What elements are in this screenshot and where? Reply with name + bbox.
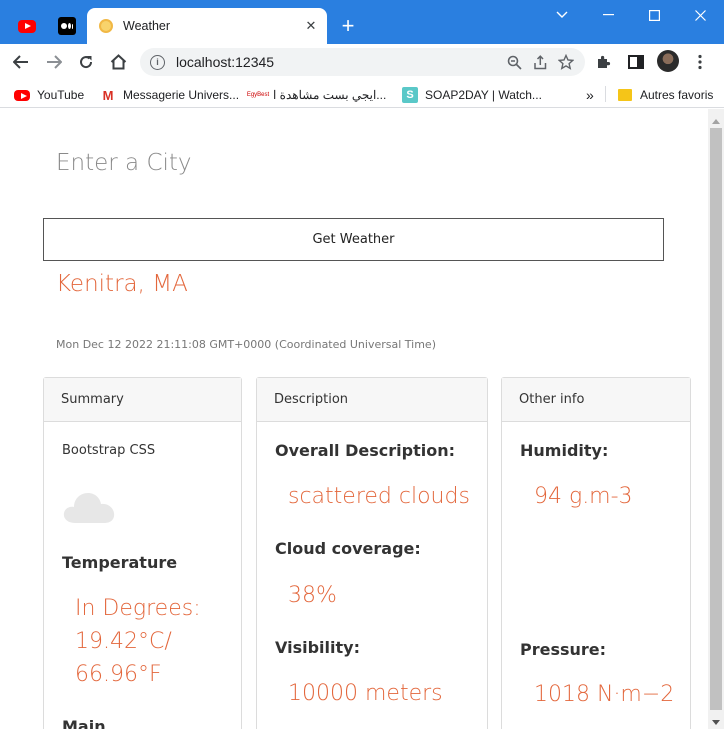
main-label: Main <box>62 717 106 729</box>
bookmark-other-favorites[interactable]: Autres favoris <box>617 86 713 104</box>
site-info-icon[interactable]: i <box>150 54 165 70</box>
visibility-label: Visibility: <box>275 638 360 657</box>
close-icon <box>694 9 706 21</box>
youtube-icon <box>18 19 36 33</box>
sun-icon <box>99 19 113 33</box>
scroll-down-icon[interactable] <box>712 720 720 725</box>
youtube-icon <box>14 87 30 103</box>
scroll-up-icon[interactable] <box>712 119 720 124</box>
description-card: Description Overall Description: scatter… <box>256 377 488 729</box>
bookmark-label: SOAP2DAY | Watch... <box>425 88 542 102</box>
zoom-icon[interactable] <box>501 49 527 75</box>
card-header: Summary <box>44 378 241 422</box>
side-panel-icon <box>628 55 644 69</box>
puzzle-icon <box>598 55 611 68</box>
tab-title: Weather <box>123 19 171 33</box>
card-header: Other info <box>502 378 690 422</box>
close-tab-icon[interactable]: ✕ <box>301 16 321 36</box>
minimize-button[interactable] <box>585 0 631 30</box>
pressure-value: 1018 N·m−2 <box>534 682 675 707</box>
temperature-label: Temperature <box>62 553 178 572</box>
overflow-chevron-icon: » <box>586 87 594 103</box>
back-arrow-icon <box>13 55 28 69</box>
home-button[interactable] <box>105 49 131 75</box>
tab-search-button[interactable] <box>539 0 585 30</box>
reload-button[interactable] <box>73 49 99 75</box>
summary-card: Summary Bootstrap CSS Temperature In Deg… <box>43 377 242 729</box>
minimize-icon <box>602 14 614 16</box>
humidity-value: 94 g.m-3 <box>534 484 633 509</box>
weather-timestamp: Mon Dec 12 2022 21:11:08 GMT+0000 (Coord… <box>56 338 436 351</box>
bookmark-label: Autres favoris <box>640 88 714 102</box>
s-icon: S <box>402 87 418 103</box>
bookmark-soap2day[interactable]: S SOAP2DAY | Watch... <box>402 86 542 104</box>
tab-weather[interactable]: Weather ✕ <box>87 8 327 44</box>
extensions-button[interactable] <box>591 49 617 75</box>
folder-icon <box>617 87 633 103</box>
egybest-icon: EgyBest <box>246 92 270 98</box>
bookmarks-overflow-button[interactable]: » <box>586 86 594 104</box>
chevron-down-icon <box>556 11 568 18</box>
bookmark-star-icon[interactable] <box>553 49 579 75</box>
bookmark-label: YouTube <box>37 88 85 102</box>
card-header: Description <box>257 378 487 422</box>
cloud-coverage-label: Cloud coverage: <box>275 539 421 558</box>
bookmarks-separator <box>605 86 606 102</box>
bookmark-youtube[interactable]: YouTube <box>14 86 84 104</box>
forward-arrow-icon <box>47 55 62 69</box>
reload-icon <box>80 56 93 69</box>
bookmark-label: Messagerie Univers... <box>123 88 240 102</box>
share-icon[interactable] <box>527 49 553 75</box>
gmail-icon: M <box>102 87 114 103</box>
pinned-tab-youtube[interactable] <box>10 8 44 44</box>
profile-avatar[interactable] <box>657 50 679 72</box>
page-content: Get Weather Kenitra, MA Mon Dec 12 2022 … <box>0 109 708 729</box>
temperature-value: In Degrees: 19.42°C/ 66.96°F <box>75 596 201 687</box>
url-text[interactable]: localhost:12345 <box>176 54 501 70</box>
bookmark-messagerie[interactable]: M Messagerie Univers... <box>100 86 239 104</box>
forward-button[interactable] <box>41 49 67 75</box>
maximize-button[interactable] <box>631 0 677 30</box>
overall-description-label: Overall Description: <box>275 441 455 460</box>
scroll-thumb[interactable] <box>710 128 722 710</box>
other-info-card: Other info Humidity: 94 g.m-3 Pressure: … <box>501 377 691 729</box>
close-window-button[interactable] <box>677 0 723 30</box>
summary-subtitle: Bootstrap CSS <box>62 443 156 458</box>
pressure-label: Pressure: <box>520 640 607 659</box>
bookmark-egybest[interactable]: EgyBest ايجي بست مشاهدة ا... <box>246 86 387 104</box>
city-name: Kenitra, MA <box>56 271 188 297</box>
humidity-label: Humidity: <box>520 441 609 460</box>
get-weather-button[interactable]: Get Weather <box>43 218 664 261</box>
pinned-tab-medium[interactable] <box>50 8 84 44</box>
home-icon <box>110 54 126 70</box>
cloud-coverage-value: 38% <box>288 583 337 608</box>
new-tab-button[interactable]: + <box>335 14 361 40</box>
side-panel-button[interactable] <box>623 49 649 75</box>
browser-toolbar: i localhost:12345 <box>0 44 724 80</box>
back-button[interactable] <box>8 49 34 75</box>
menu-button[interactable] <box>687 49 713 75</box>
cloud-icon <box>63 493 115 523</box>
address-bar[interactable]: i localhost:12345 <box>140 48 585 76</box>
city-input[interactable] <box>56 150 656 176</box>
overall-description-value: scattered clouds <box>288 484 470 509</box>
kebab-menu-icon <box>698 54 702 70</box>
medium-icon <box>58 17 76 35</box>
bookmark-label: ايجي بست مشاهدة ا... <box>273 88 387 102</box>
bookmarks-bar: YouTube M Messagerie Univers... EgyBest … <box>0 80 724 108</box>
page-scrollbar[interactable] <box>708 109 724 729</box>
visibility-value: 10000 meters <box>288 681 443 706</box>
maximize-icon <box>648 9 660 21</box>
browser-titlebar: Weather ✕ + <box>0 0 724 44</box>
